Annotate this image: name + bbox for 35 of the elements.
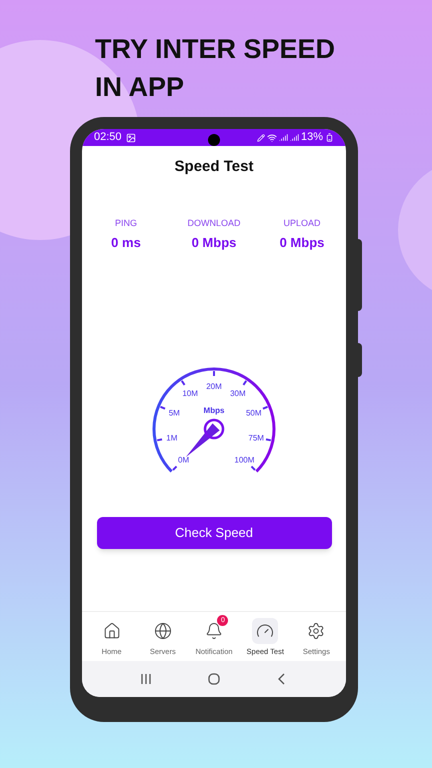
stat-value: 0 Mbps <box>280 234 324 252</box>
recent-apps-icon <box>140 673 152 685</box>
status-time: 02:50 <box>94 130 122 146</box>
bell-icon <box>205 622 223 640</box>
stat-label: UPLOAD <box>283 216 320 230</box>
signal-icon <box>290 133 299 142</box>
stat-value: 0 Mbps <box>192 234 236 252</box>
gauge-label: 10M <box>182 388 198 398</box>
gauge-unit: Mbps <box>204 406 224 414</box>
stat-label: PING <box>114 216 137 230</box>
stat-label: DOWNLOAD <box>187 216 240 230</box>
wifi-icon <box>266 132 277 142</box>
gauge-label: 20M <box>206 382 222 390</box>
settings-icon <box>307 622 326 640</box>
pencil-icon <box>256 134 265 142</box>
battery-level: 13% <box>300 130 323 146</box>
gauge-label: 0M <box>178 454 190 464</box>
headline: TRY INTER SPEED IN APP <box>95 33 336 104</box>
camera-hole <box>208 134 220 146</box>
stat-value: 0 ms <box>111 234 141 252</box>
gauge-label: 50M <box>246 408 262 418</box>
battery-icon <box>325 133 334 142</box>
image-icon <box>126 132 136 142</box>
gauge-needle <box>186 422 220 457</box>
gauge-label: 5M <box>168 408 180 418</box>
gauge-hub <box>204 418 224 439</box>
screen-title: Speed Test <box>174 157 254 177</box>
home-icon <box>102 622 121 640</box>
globe-icon <box>154 622 172 640</box>
gauge-label: 30M <box>230 388 246 398</box>
gauge-label: 100M <box>234 454 254 464</box>
gauge-label: 1M <box>166 432 178 442</box>
signal-icon <box>278 133 288 142</box>
gauge-label: 75M <box>248 432 264 442</box>
check-speed-button[interactable]: Check Speed <box>96 516 332 548</box>
